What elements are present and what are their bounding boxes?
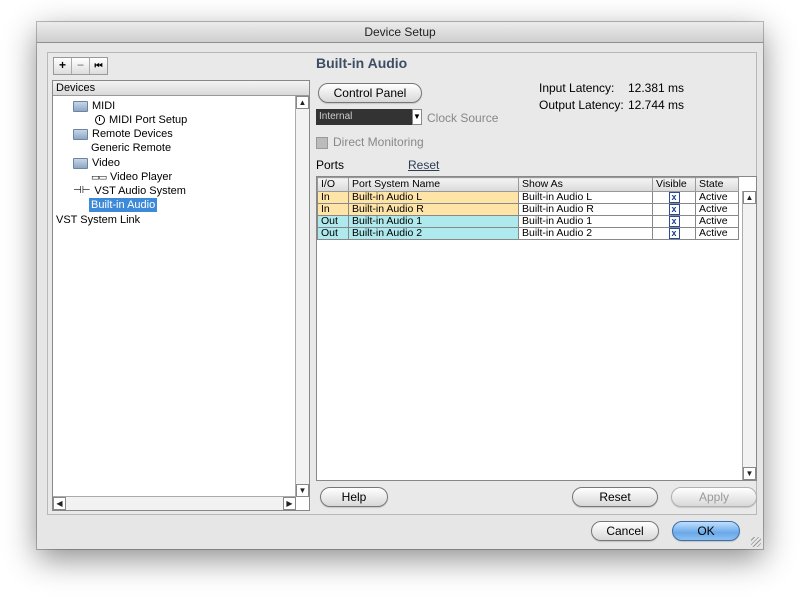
- tree-horizontal-scrollbar[interactable]: ◀ ▶: [53, 496, 296, 510]
- clock-icon: [95, 115, 105, 125]
- table-row[interactable]: In Built-in Audio L Built-in Audio L x A…: [317, 191, 739, 204]
- tree-header: Devices: [53, 81, 309, 96]
- output-latency-label: Output Latency:: [539, 98, 624, 112]
- tree-item-built-in-audio[interactable]: Built-in Audio: [89, 198, 158, 212]
- state-cell: Active: [695, 191, 739, 204]
- visible-checkbox[interactable]: x: [668, 192, 680, 203]
- show-as-cell[interactable]: Built-in Audio 2: [518, 227, 653, 240]
- window-title: Device Setup: [37, 22, 763, 43]
- visible-cell: x: [652, 191, 696, 204]
- state-cell: Active: [695, 215, 739, 228]
- column-header[interactable]: I/O: [317, 177, 349, 192]
- state-cell: Active: [695, 227, 739, 240]
- io-cell: In: [317, 203, 349, 216]
- show-as-cell[interactable]: Built-in Audio R: [518, 203, 653, 216]
- table-row[interactable]: In Built-in Audio R Built-in Audio R x A…: [317, 203, 739, 216]
- control-panel-button[interactable]: Control Panel: [318, 83, 422, 103]
- table-row[interactable]: Out Built-in Audio 1 Built-in Audio 1 x …: [317, 215, 739, 228]
- input-latency-value: 12.381 ms: [628, 81, 685, 95]
- reset-button[interactable]: Reset: [572, 487, 658, 507]
- ports-label: Ports: [316, 158, 345, 172]
- input-latency-label: Input Latency:: [539, 81, 615, 95]
- reset-ports-link[interactable]: Reset: [408, 158, 439, 172]
- tree-item-midi[interactable]: MIDI: [73, 99, 115, 113]
- folder-icon: [73, 157, 88, 169]
- folder-icon: [73, 100, 88, 112]
- tree-body: MIDI MIDI Port Setup Remote Devices Gene…: [53, 96, 296, 497]
- visible-checkbox[interactable]: x: [668, 216, 680, 227]
- visible-cell: x: [652, 203, 696, 216]
- direct-monitoring-label: Direct Monitoring: [333, 135, 424, 149]
- scroll-left-icon[interactable]: ◀: [53, 497, 66, 510]
- vst-icon: ⊣⊢: [73, 185, 91, 196]
- io-cell: Out: [317, 227, 349, 240]
- column-header[interactable]: Visible: [652, 177, 696, 192]
- tree-vertical-scrollbar[interactable]: ▲ ▼: [295, 96, 309, 497]
- tree-item-label: Generic Remote: [91, 142, 172, 154]
- visible-checkbox[interactable]: x: [668, 204, 680, 215]
- io-cell: Out: [317, 215, 349, 228]
- tree-item-midi-port-setup[interactable]: MIDI Port Setup: [95, 113, 187, 127]
- scroll-down-icon[interactable]: ▼: [296, 484, 309, 497]
- tree-item-video-player[interactable]: ▭▭ Video Player: [91, 170, 172, 184]
- scroll-down-icon[interactable]: ▼: [743, 467, 756, 480]
- port-name-cell: Built-in Audio 2: [348, 227, 519, 240]
- tree-item-label: Built-in Audio: [89, 198, 158, 212]
- resize-grip-icon[interactable]: [751, 537, 761, 547]
- show-as-cell[interactable]: Built-in Audio L: [518, 191, 653, 204]
- tree-item-label: MIDI Port Setup: [109, 114, 188, 126]
- chevron-down-icon[interactable]: ▼: [412, 109, 422, 125]
- tree-item-label: Video: [92, 157, 120, 169]
- device-toolbar: + − ⏮: [53, 57, 108, 75]
- reset-device-button[interactable]: ⏮: [90, 58, 107, 74]
- tree-item-generic-remote[interactable]: Generic Remote: [91, 141, 171, 155]
- folder-icon: [73, 128, 88, 140]
- visible-cell: x: [652, 215, 696, 228]
- tree-item-label: Video Player: [110, 171, 173, 183]
- tree-item-label: VST System Link: [56, 214, 141, 226]
- video-icon: ▭▭: [91, 172, 107, 182]
- tree-item-label: VST Audio System: [94, 185, 186, 197]
- cancel-button[interactable]: Cancel: [591, 521, 659, 541]
- table-row[interactable]: Out Built-in Audio 2 Built-in Audio 2 x …: [317, 227, 739, 240]
- table-header-row: I/O Port System Name Show As Visible Sta…: [317, 177, 739, 192]
- ok-button[interactable]: OK: [672, 521, 740, 541]
- remove-device-button[interactable]: −: [72, 58, 90, 74]
- clock-source-label: Clock Source: [427, 111, 499, 125]
- port-name-cell: Built-in Audio L: [348, 191, 519, 204]
- tree-item-vst-audio-system[interactable]: ⊣⊢ VST Audio System: [73, 184, 186, 198]
- add-device-button[interactable]: +: [54, 58, 72, 74]
- output-latency-value: 12.744 ms: [628, 98, 685, 112]
- ports-table: I/O Port System Name Show As Visible Sta…: [316, 176, 757, 481]
- column-header[interactable]: Port System Name: [348, 177, 519, 192]
- tree-item-vst-system-link[interactable]: VST System Link: [56, 213, 140, 227]
- port-name-cell: Built-in Audio R: [348, 203, 519, 216]
- clock-source-select[interactable]: Internal: [316, 109, 416, 125]
- tree-item-remote-devices[interactable]: Remote Devices: [73, 127, 173, 141]
- visible-checkbox[interactable]: x: [668, 228, 680, 239]
- device-tree: Devices MIDI MIDI Port Setup Remote Devi…: [52, 80, 310, 511]
- direct-monitoring-checkbox[interactable]: [316, 137, 328, 149]
- device-setup-window: Device Setup + − ⏮ Devices MIDI MIDI Por…: [37, 22, 763, 549]
- port-name-cell: Built-in Audio 1: [348, 215, 519, 228]
- show-as-cell[interactable]: Built-in Audio 1: [518, 215, 653, 228]
- io-cell: In: [317, 191, 349, 204]
- device-title: Built-in Audio: [316, 55, 408, 71]
- column-header[interactable]: Show As: [518, 177, 653, 192]
- tree-item-video[interactable]: Video: [73, 156, 120, 170]
- visible-cell: x: [652, 227, 696, 240]
- state-cell: Active: [695, 203, 739, 216]
- apply-button[interactable]: Apply: [671, 487, 757, 507]
- tree-item-label: Remote Devices: [92, 128, 173, 140]
- scroll-right-icon[interactable]: ▶: [283, 497, 296, 510]
- main-panel: + − ⏮ Devices MIDI MIDI Port Setup Remot…: [47, 52, 757, 515]
- scroll-up-icon[interactable]: ▲: [743, 191, 756, 204]
- help-button[interactable]: Help: [320, 487, 388, 507]
- scroll-up-icon[interactable]: ▲: [296, 96, 309, 109]
- tree-item-label: MIDI: [92, 100, 116, 112]
- ports-vertical-scrollbar[interactable]: ▲ ▼: [742, 191, 756, 480]
- column-header[interactable]: State: [695, 177, 739, 192]
